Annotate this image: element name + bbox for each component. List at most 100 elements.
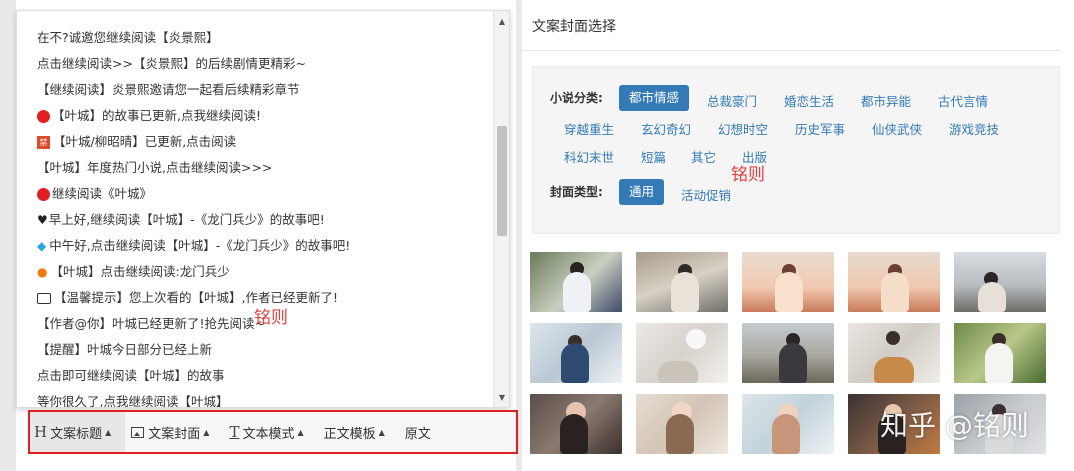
title-option-label: 【提醒】叶城今日部分已经上新 bbox=[37, 342, 213, 357]
title-option[interactable]: 【叶城】的故事已更新,点我继续阅读! bbox=[17, 103, 493, 129]
dropdown-scrollbar[interactable]: ▲ ▼ bbox=[493, 11, 509, 407]
cover-thumbnail[interactable] bbox=[636, 252, 728, 312]
category-tag[interactable]: 玄幻奇幻 bbox=[641, 119, 691, 138]
type-tag[interactable]: 活动促销 bbox=[681, 185, 731, 204]
category-tag[interactable]: 婚恋生活 bbox=[784, 91, 834, 110]
title-divider bbox=[522, 50, 1060, 51]
category-tag[interactable]: 短篇 bbox=[641, 147, 666, 166]
panel-title: 文案封面选择 bbox=[532, 19, 616, 35]
category-tag[interactable]: 历史军事 bbox=[795, 119, 845, 138]
site-watermark: 知乎 @铭则 bbox=[880, 409, 1029, 442]
scroll-thumb[interactable] bbox=[497, 126, 507, 236]
book-icon bbox=[37, 292, 51, 304]
image-icon bbox=[131, 426, 145, 438]
cover-thumbnail[interactable] bbox=[742, 323, 834, 383]
category-tag-active[interactable]: 都市情感 bbox=[619, 85, 690, 111]
category-tag[interactable]: 都市异能 bbox=[861, 91, 911, 110]
title-option-label: 继续阅读《叶城》 bbox=[52, 186, 153, 201]
title-option-label: 【继续阅读】炎景熙邀请您一起看后续精彩章节 bbox=[37, 82, 300, 97]
cover-button[interactable]: 文案封面 ▲ bbox=[125, 412, 223, 452]
author-watermark: 铭则 bbox=[254, 308, 288, 328]
title-option[interactable]: 点击即可继续阅读【叶城】的故事 bbox=[17, 363, 493, 389]
category-tag[interactable]: 穿越重生 bbox=[564, 119, 614, 138]
title-option-label: 在不?诚邀您继续阅读【炎景熙】 bbox=[37, 30, 219, 45]
title-option[interactable]: 等你很久了,点我继续阅读【叶城】 bbox=[17, 389, 493, 408]
ban-icon: 禁 bbox=[37, 135, 50, 149]
gem-icon: ◆ bbox=[37, 239, 47, 253]
cover-thumbnail[interactable] bbox=[742, 252, 834, 312]
editor-toolbar: H 文案标题 ▲ 文案封面 ▲ T 文本模式 ▲ 正文模板 ▲ 原文 bbox=[28, 410, 518, 454]
title-option[interactable]: ♥ 早上好,继续阅读【叶城】-《龙门兵少》的故事吧! bbox=[17, 207, 493, 233]
title-dropdown[interactable]: 在不?诚邀您继续阅读【炎景熙】 点击继续阅读>>【炎景熙】的后续剧情更精彩~ 【… bbox=[16, 10, 510, 408]
cover-thumbnail[interactable] bbox=[848, 323, 940, 383]
text-mode-button[interactable]: T 文本模式 ▲ bbox=[223, 412, 317, 452]
title-option[interactable]: 【继续阅读】炎景熙邀请您一起看后续精彩章节 bbox=[17, 77, 493, 103]
cover-thumbnail[interactable] bbox=[636, 394, 728, 454]
category-tag[interactable]: 游戏竞技 bbox=[949, 119, 999, 138]
title-option-label: 等你很久了,点我继续阅读【叶城】 bbox=[37, 394, 229, 408]
cover-button-label: 文案封面 bbox=[148, 426, 201, 442]
title-option[interactable]: 【叶城】年度热门小说,点击继续阅读>>> bbox=[17, 155, 493, 181]
category-label: 小说分类: bbox=[550, 91, 603, 105]
title-option[interactable]: 禁【叶城/柳昭晴】已更新,点击阅读 bbox=[17, 129, 493, 155]
filter-box: 小说分类: 都市情感 总裁豪门 婚恋生活 都市异能 古代言情 穿越重生 玄幻奇幻… bbox=[532, 66, 1060, 234]
caret-up-icon: ▲ bbox=[297, 427, 304, 437]
cover-thumbnail[interactable] bbox=[530, 323, 622, 383]
title-option-label: 点击继续阅读>>【炎景熙】的后续剧情更精彩~ bbox=[37, 56, 306, 71]
cover-thumbnail[interactable] bbox=[742, 394, 834, 454]
source-button-label: 原文 bbox=[404, 426, 431, 442]
body-template-button[interactable]: 正文模板 ▲ bbox=[318, 412, 399, 452]
heading-icon: H bbox=[34, 423, 48, 441]
title-option[interactable]: ◆ 中午好,点击继续阅读【叶城】-《龙门兵少》的故事吧! bbox=[17, 233, 493, 259]
title-option-label: 点击即可继续阅读【叶城】的故事 bbox=[37, 368, 225, 383]
title-option[interactable]: 【提醒】叶城今日部分已经上新 bbox=[17, 337, 493, 363]
title-option-list: 在不?诚邀您继续阅读【炎景熙】 点击继续阅读>>【炎景熙】的后续剧情更精彩~ 【… bbox=[17, 11, 493, 408]
category-tag[interactable]: 仙侠武侠 bbox=[872, 119, 922, 138]
category-tag[interactable]: 其它 bbox=[691, 147, 716, 166]
type-label: 封面类型: bbox=[550, 185, 603, 199]
caret-up-icon: ▲ bbox=[105, 427, 112, 437]
text-mode-button-label: 文本模式 bbox=[242, 426, 295, 442]
title-option-label: 【叶城】点击继续阅读:龙门兵少 bbox=[50, 264, 230, 279]
category-tag[interactable]: 幻想时空 bbox=[718, 119, 768, 138]
cover-thumbnail[interactable] bbox=[954, 323, 1046, 383]
type-tag-active[interactable]: 通用 bbox=[619, 179, 665, 205]
title-option-label: 【叶城/柳昭晴】已更新,点击阅读 bbox=[53, 134, 237, 149]
title-option-label: 【叶城】年度热门小说,点击继续阅读>>> bbox=[37, 160, 273, 175]
category-tag[interactable]: 古代言情 bbox=[938, 91, 988, 110]
heart-icon: ♥ bbox=[37, 213, 48, 227]
caret-up-icon: ▲ bbox=[378, 427, 385, 437]
cover-thumbnail[interactable] bbox=[530, 394, 622, 454]
title-option-label: 【温馨提示】您上次看的【叶城】,作者已经更新了! bbox=[54, 290, 338, 305]
fire-icon: ● bbox=[37, 265, 48, 279]
category-tag[interactable]: 总裁豪门 bbox=[707, 91, 757, 110]
title-option[interactable]: 在不?诚邀您继续阅读【炎景熙】 bbox=[17, 25, 493, 51]
cover-thumbnail[interactable] bbox=[954, 252, 1046, 312]
source-button[interactable]: 原文 bbox=[399, 412, 445, 452]
caret-up-icon: ▲ bbox=[203, 427, 210, 437]
scroll-down-arrow-icon[interactable]: ▼ bbox=[494, 391, 509, 405]
screen: 在不?诚邀您继续阅读【炎景熙】 点击继续阅读>>【炎景熙】的后续剧情更精彩~ 【… bbox=[0, 0, 1074, 471]
title-option[interactable]: 继续阅读《叶城》 bbox=[17, 181, 493, 207]
title-option[interactable]: 点击继续阅读>>【炎景熙】的后续剧情更精彩~ bbox=[17, 51, 493, 77]
cover-selection-panel: 文案封面选择 小说分类: 都市情感 总裁豪门 婚恋生活 都市异能 古代言情 穿越… bbox=[522, 0, 1074, 471]
title-option-label: 中午好,点击继续阅读【叶城】-《龙门兵少》的故事吧! bbox=[49, 238, 351, 253]
text-icon: T bbox=[229, 423, 240, 441]
author-watermark: 铭则 bbox=[731, 165, 765, 185]
title-option-partial[interactable] bbox=[17, 11, 493, 25]
cover-thumbnail[interactable] bbox=[530, 252, 622, 312]
red-dot-icon bbox=[37, 187, 50, 201]
title-option-label: 早上好,继续阅读【叶城】-《龙门兵少》的故事吧! bbox=[48, 212, 325, 227]
body-template-button-label: 正文模板 bbox=[323, 426, 376, 442]
title-option-label: 【作者@你】叶城已经更新了!抢先阅读~ bbox=[37, 316, 265, 331]
title-option-label: 【叶城】的故事已更新,点我继续阅读! bbox=[52, 108, 261, 123]
title-option-label bbox=[37, 14, 41, 22]
cover-thumbnail[interactable] bbox=[636, 323, 728, 383]
title-option[interactable]: ● 【叶城】点击继续阅读:龙门兵少 bbox=[17, 259, 493, 285]
category-tag[interactable]: 科幻末世 bbox=[564, 147, 614, 166]
red-dot-icon bbox=[37, 109, 50, 123]
title-button[interactable]: H 文案标题 ▲ bbox=[30, 412, 126, 452]
cover-thumbnail[interactable] bbox=[848, 252, 940, 312]
title-button-label: 文案标题 bbox=[50, 426, 103, 442]
scroll-up-arrow-icon[interactable]: ▲ bbox=[494, 15, 509, 29]
